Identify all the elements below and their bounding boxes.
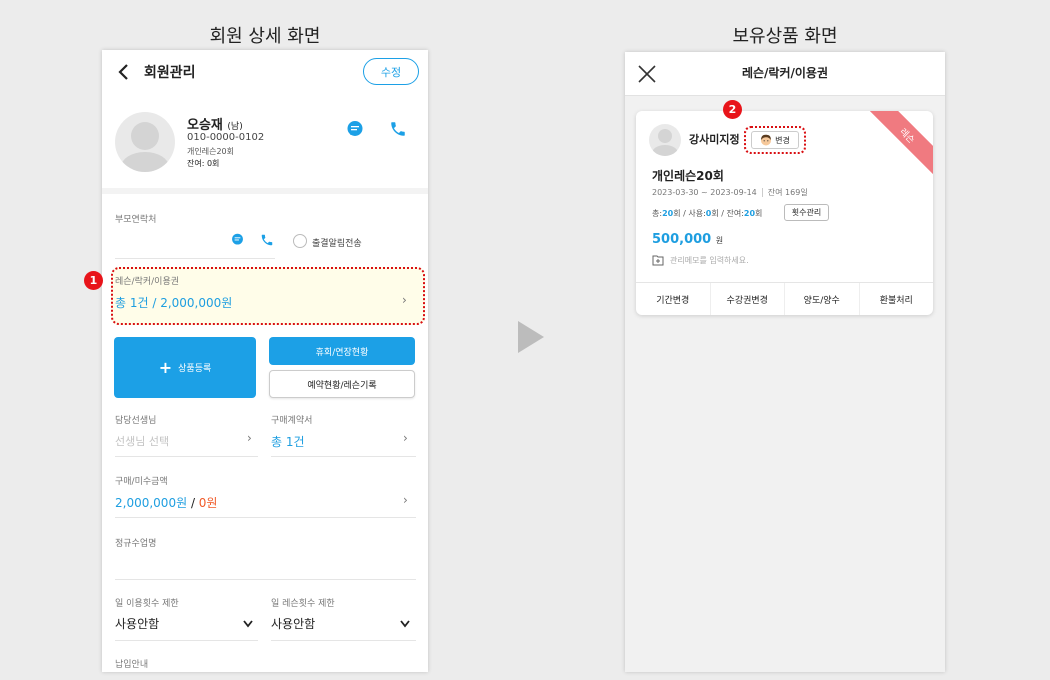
products-summary: 총 1건 / 2,000,000원 (115, 296, 233, 310)
left-screen-caption: 회원 상세 화면 (209, 26, 321, 47)
section-divider (102, 188, 428, 194)
divider (271, 640, 416, 641)
divider (115, 258, 275, 259)
divider (115, 579, 416, 580)
contract-value[interactable]: 총 1건 (271, 433, 305, 450)
divider (271, 456, 416, 457)
parent-message-icon[interactable] (231, 233, 244, 246)
memo-add-icon (652, 255, 664, 266)
member-product: 개인레슨20회 (187, 147, 234, 156)
regular-class-label: 정규수업명 (115, 539, 157, 549)
callout-badge-1: 1 (84, 271, 103, 290)
plus-icon: + (158, 358, 173, 377)
phone-call-icon[interactable] (389, 120, 407, 138)
flow-arrow-icon (518, 321, 544, 353)
edit-button[interactable]: 수정 (363, 58, 419, 85)
change-trainer-button[interactable]: 변경 (751, 131, 799, 149)
attendance-notify-label: 출결알림전송 (312, 239, 362, 249)
daily-use-limit-select[interactable]: 사용안함 (115, 615, 159, 632)
chevron-right-icon: › (402, 293, 407, 307)
chevron-right-icon: › (247, 431, 252, 445)
parent-call-icon[interactable] (260, 233, 274, 247)
product-name: 개인레슨20회 (652, 169, 724, 183)
rest-extend-button[interactable]: 휴회/연장현황 (269, 337, 415, 365)
card-actions: 기간변경 수강권변경 양도/양수 환불처리 (636, 282, 933, 315)
divider (115, 456, 258, 457)
chevron-right-icon: › (403, 431, 408, 445)
chevron-down-icon[interactable] (243, 620, 253, 628)
product-price: 500,000 원 (652, 232, 724, 247)
member-remaining: 잔여: 0회 (187, 159, 220, 168)
reservation-history-button[interactable]: 예약현황/레슨기록 (269, 370, 415, 398)
right-screen-caption: 보유상품 화면 (732, 26, 838, 47)
transfer-button[interactable]: 양도/양수 (785, 283, 860, 315)
payment-guide-label: 납입안내 (115, 660, 149, 670)
member-name: 오승재 (남) (187, 118, 243, 133)
count-manage-button[interactable]: 횟수관리 (784, 204, 829, 221)
page-title: 레슨/락커/이용권 (741, 66, 829, 80)
period-change-button[interactable]: 기간변경 (636, 283, 711, 315)
change-trainer-highlight: 변경 (744, 126, 806, 154)
trainer-name: 강사미지정 (689, 133, 740, 146)
product-counts: 총:20회 / 사용:0회 / 잔여:20회 (652, 209, 763, 218)
callout-badge-2: 2 (723, 100, 742, 119)
refund-button[interactable]: 환불처리 (860, 283, 934, 315)
member-phone: 010-0000-0102 (187, 132, 265, 143)
parent-contact-label: 부모연락처 (115, 215, 157, 225)
product-period: 2023-03-30 ~ 2023-09-14 잔여 169일 (652, 188, 808, 197)
daily-lesson-limit-label: 일 레슨횟수 제한 (271, 599, 335, 609)
trainer-select[interactable]: 선생님 선택 (115, 433, 169, 449)
chevron-down-icon[interactable] (400, 620, 410, 628)
trainer-label: 담당선생님 (115, 416, 157, 426)
register-product-button[interactable]: + 상품등록 (114, 337, 256, 398)
header: 회원관리 수정 (102, 50, 428, 94)
person-face-icon (761, 134, 772, 146)
products-label: 레슨/락커/이용권 (115, 277, 180, 287)
purchase-label: 구매/미수금액 (115, 477, 168, 487)
contract-label: 구매계약서 (271, 416, 313, 426)
owned-products-screen: 레슨/락커/이용권 레슨 강사미지정 변경 개인레슨20회 2023-03-30… (625, 52, 945, 672)
member-detail-screen: 회원관리 수정 오승재 (남) 010-0000-0102 개인레슨20회 잔여… (102, 50, 428, 672)
message-icon[interactable] (346, 120, 364, 138)
divider (115, 640, 258, 641)
product-card: 레슨 강사미지정 변경 개인레슨20회 2023-03-30 ~ 2023-09… (636, 111, 933, 315)
chevron-right-icon: › (403, 493, 408, 507)
back-arrow-icon[interactable] (116, 63, 132, 81)
member-avatar (115, 112, 175, 172)
attendance-notify-radio[interactable] (293, 234, 307, 248)
daily-use-limit-label: 일 이용횟수 제한 (115, 599, 179, 609)
lesson-ribbon: 레슨 (862, 111, 933, 181)
daily-lesson-limit-select[interactable]: 사용안함 (271, 615, 315, 632)
divider (115, 517, 416, 518)
ticket-change-button[interactable]: 수강권변경 (711, 283, 785, 315)
trainer-avatar (649, 124, 681, 156)
page-title: 회원관리 (144, 65, 196, 81)
memo-input[interactable]: 관리메모를 입력하세요. (652, 254, 749, 266)
purchase-amount[interactable]: 2,000,000원 / 0원 (115, 494, 217, 511)
header: 레슨/락커/이용권 (625, 52, 945, 96)
